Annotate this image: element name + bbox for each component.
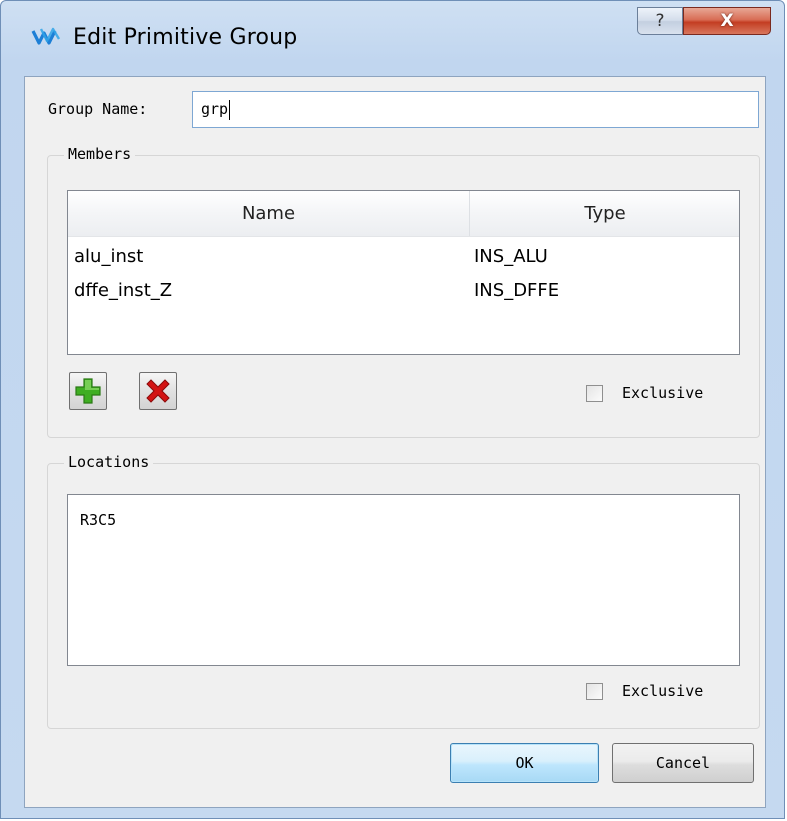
help-button[interactable]: ? bbox=[637, 7, 683, 35]
members-exclusive-label[interactable]: Exclusive bbox=[622, 384, 703, 402]
locations-exclusive-label[interactable]: Exclusive bbox=[622, 682, 703, 700]
row-2-type[interactable]: INS_DFFE bbox=[474, 280, 559, 301]
add-member-button[interactable] bbox=[69, 372, 107, 410]
row-2-name[interactable]: dffe_inst_Z bbox=[74, 280, 172, 301]
title-bar[interactable]: Edit Primitive Group ? X bbox=[1, 1, 784, 77]
group-name-input[interactable]: grp bbox=[192, 91, 759, 128]
locations-title: Locations bbox=[64, 453, 154, 471]
locations-textarea[interactable]: R3C5 bbox=[67, 494, 740, 666]
close-button[interactable]: X bbox=[683, 7, 771, 35]
text-caret bbox=[229, 99, 231, 120]
ok-button[interactable]: OK bbox=[450, 743, 599, 783]
members-exclusive-checkbox[interactable] bbox=[586, 385, 603, 402]
members-table[interactable]: Name Type alu_inst INS_ALU dffe_inst_Z I… bbox=[67, 190, 740, 355]
close-icon: X bbox=[720, 11, 734, 31]
cancel-button[interactable]: Cancel bbox=[612, 743, 754, 783]
location-entry: R3C5 bbox=[80, 511, 117, 529]
column-header-name[interactable]: Name bbox=[68, 191, 469, 236]
window-title: Edit Primitive Group bbox=[73, 25, 298, 50]
members-title: Members bbox=[64, 145, 136, 163]
row-1-name[interactable]: alu_inst bbox=[74, 246, 143, 267]
table-header: Name Type bbox=[68, 191, 739, 237]
row-1-type[interactable]: INS_ALU bbox=[474, 246, 548, 267]
locations-exclusive-checkbox[interactable] bbox=[586, 683, 603, 700]
group-name-value: grp bbox=[201, 100, 229, 118]
help-icon: ? bbox=[655, 11, 665, 31]
column-header-type[interactable]: Type bbox=[470, 191, 739, 236]
group-name-label: Group Name: bbox=[48, 100, 148, 118]
delete-x-icon bbox=[146, 379, 170, 403]
app-logo-icon bbox=[31, 27, 61, 45]
remove-member-button[interactable] bbox=[139, 372, 177, 410]
plus-icon bbox=[75, 378, 101, 404]
